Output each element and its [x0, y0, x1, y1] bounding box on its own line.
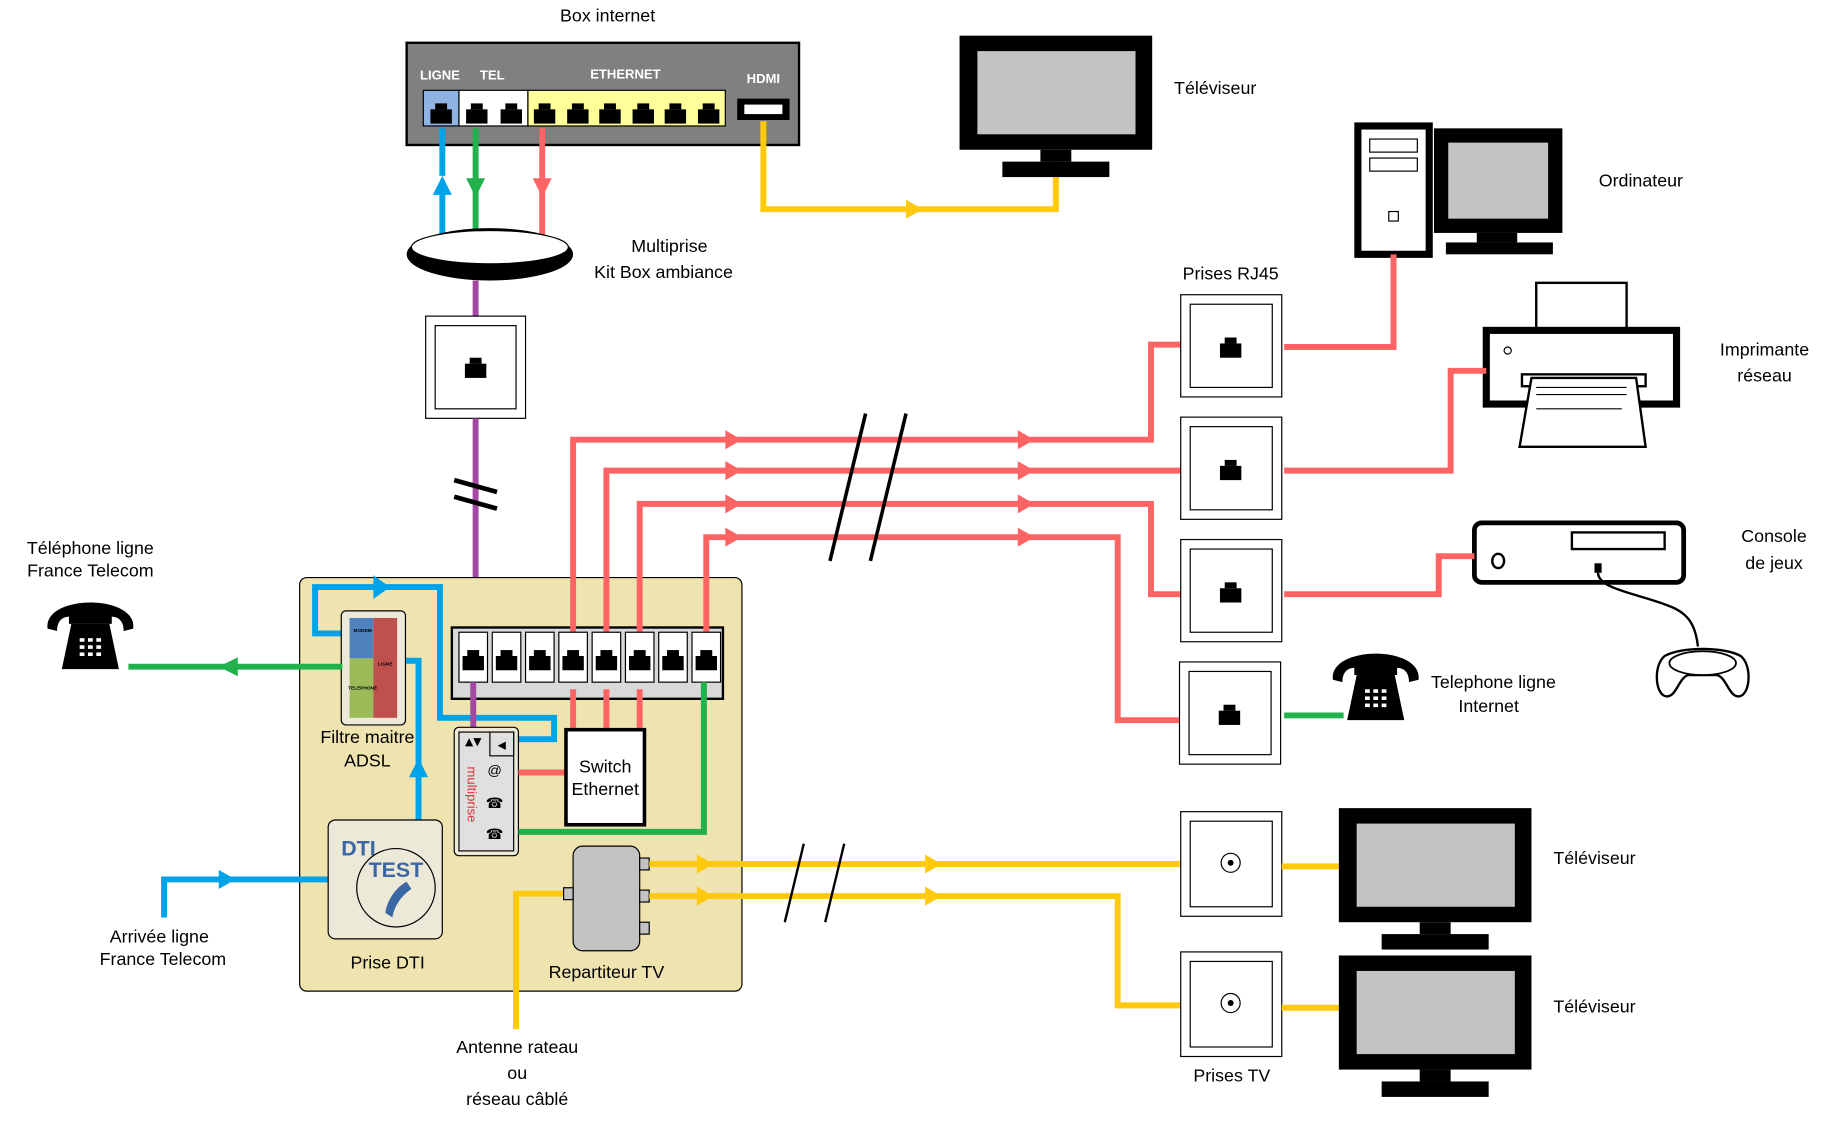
prises-tv-label: Prises TV — [1193, 1065, 1270, 1085]
wire-imprimante — [1284, 367, 1487, 474]
multiprise-kit-label-1: Multiprise — [631, 236, 707, 256]
filtre-maitre-adsl: MODEM TELEPHONE LIGNE — [340, 610, 407, 726]
repartiteur-tv — [563, 845, 650, 952]
gamepad-icon — [1655, 647, 1750, 698]
ordinateur-icon — [1354, 122, 1563, 258]
multiprise-module: ▲▼ ◀ multiprise @ ☎ ☎ — [453, 726, 520, 857]
multiprise-module-label: multiprise — [464, 767, 479, 823]
prises-rj45-label: Prises RJ45 — [1183, 263, 1279, 283]
port-label-ligne: LIGNE — [420, 68, 460, 83]
console-icon — [1472, 520, 1700, 647]
filter-tag-modem: MODEM — [354, 628, 372, 634]
televiseur-1-label: Téléviseur — [1553, 848, 1635, 868]
prise-tv-2 — [1180, 951, 1283, 1058]
filtre-label-2: ADSL — [344, 751, 391, 771]
tel-ft-label-2: France Telecom — [27, 560, 154, 580]
imprimante-icon — [1482, 281, 1681, 449]
prise-tv-1 — [1180, 811, 1283, 917]
port-label-hdmi: HDMI — [747, 71, 780, 86]
box-internet-label: Box internet — [560, 5, 655, 25]
televiseur-2-icon — [1338, 955, 1532, 1097]
console-label-2: de jeux — [1745, 553, 1803, 573]
switch-label-2: Ethernet — [572, 779, 639, 799]
telephone-internet-icon — [1332, 653, 1419, 721]
port-ethernet — [527, 89, 726, 127]
filtre-label-1: Filtre maitre — [320, 727, 414, 747]
prise-rj45-2 — [1180, 416, 1283, 520]
antenne-label-2: ou — [507, 1063, 527, 1083]
svg-text:▲▼: ▲▼ — [465, 735, 482, 748]
wire-rj45-4 — [703, 534, 1182, 724]
prise-rj45-4 — [1178, 661, 1282, 765]
arrivee-label-2: France Telecom — [100, 949, 227, 969]
ordinateur-label: Ordinateur — [1599, 171, 1683, 191]
at-symbol: @ — [487, 763, 501, 779]
tel-internet-label-2: Internet — [1458, 696, 1519, 716]
arrivee-label-1: Arrivée ligne — [110, 926, 209, 946]
switch-ethernet: Switch Ethernet — [564, 727, 647, 827]
prise-rj45-3 — [1180, 538, 1283, 643]
tel-ft-label-1: Téléphone ligne — [27, 538, 154, 558]
telephone-ft-icon — [47, 602, 134, 670]
cable-break-mark-tv — [783, 843, 846, 923]
wire-console — [1284, 553, 1475, 598]
wall-outlet-rj45 — [425, 315, 527, 419]
imprimante-label-2: réseau — [1737, 365, 1792, 385]
port-label-ethernet: ETHERNET — [590, 66, 660, 81]
televiseur-1-icon — [1338, 808, 1532, 950]
filter-tag-ligne: LIGNE — [378, 662, 393, 668]
phone-port-icon: ☎ — [486, 827, 504, 843]
port-label-tel: TEL — [480, 68, 505, 83]
svg-text:◀: ◀ — [498, 739, 507, 752]
imprimante-label-1: Imprimante — [1720, 339, 1809, 359]
dti-test: TEST — [369, 858, 424, 882]
televiseur-top-label: Téléviseur — [1174, 78, 1256, 98]
box-internet: LIGNE TEL ETHERNET HDMI — [405, 41, 801, 147]
prise-rj45-1 — [1180, 294, 1283, 398]
televiseur-2-label: Téléviseur — [1553, 997, 1635, 1017]
prise-dti: DTI TEST — [327, 819, 443, 940]
repartiteur-label: Repartiteur TV — [549, 962, 665, 982]
antenne-label-1: Antenne rateau — [456, 1037, 578, 1057]
console-label-1: Console — [1741, 526, 1807, 546]
phone-port-icon: ☎ — [486, 796, 504, 812]
antenne-label-3: réseau câblé — [466, 1089, 568, 1109]
filter-tag-telephone: TELEPHONE — [348, 685, 377, 691]
televiseur-top-icon — [959, 35, 1153, 178]
prise-dti-label: Prise DTI — [350, 953, 424, 973]
switch-label-1: Switch — [579, 756, 632, 776]
wire-ordinateur — [1284, 254, 1397, 350]
multiprise-kit-label-2: Kit Box ambiance — [594, 262, 733, 282]
tel-internet-label-1: Telephone ligne — [1431, 672, 1556, 692]
multiprise-kit-icon — [406, 228, 574, 281]
home-network-diagram: Box internet LIGNE TEL ETHERNET HDMI Mul… — [27, 5, 1809, 1109]
